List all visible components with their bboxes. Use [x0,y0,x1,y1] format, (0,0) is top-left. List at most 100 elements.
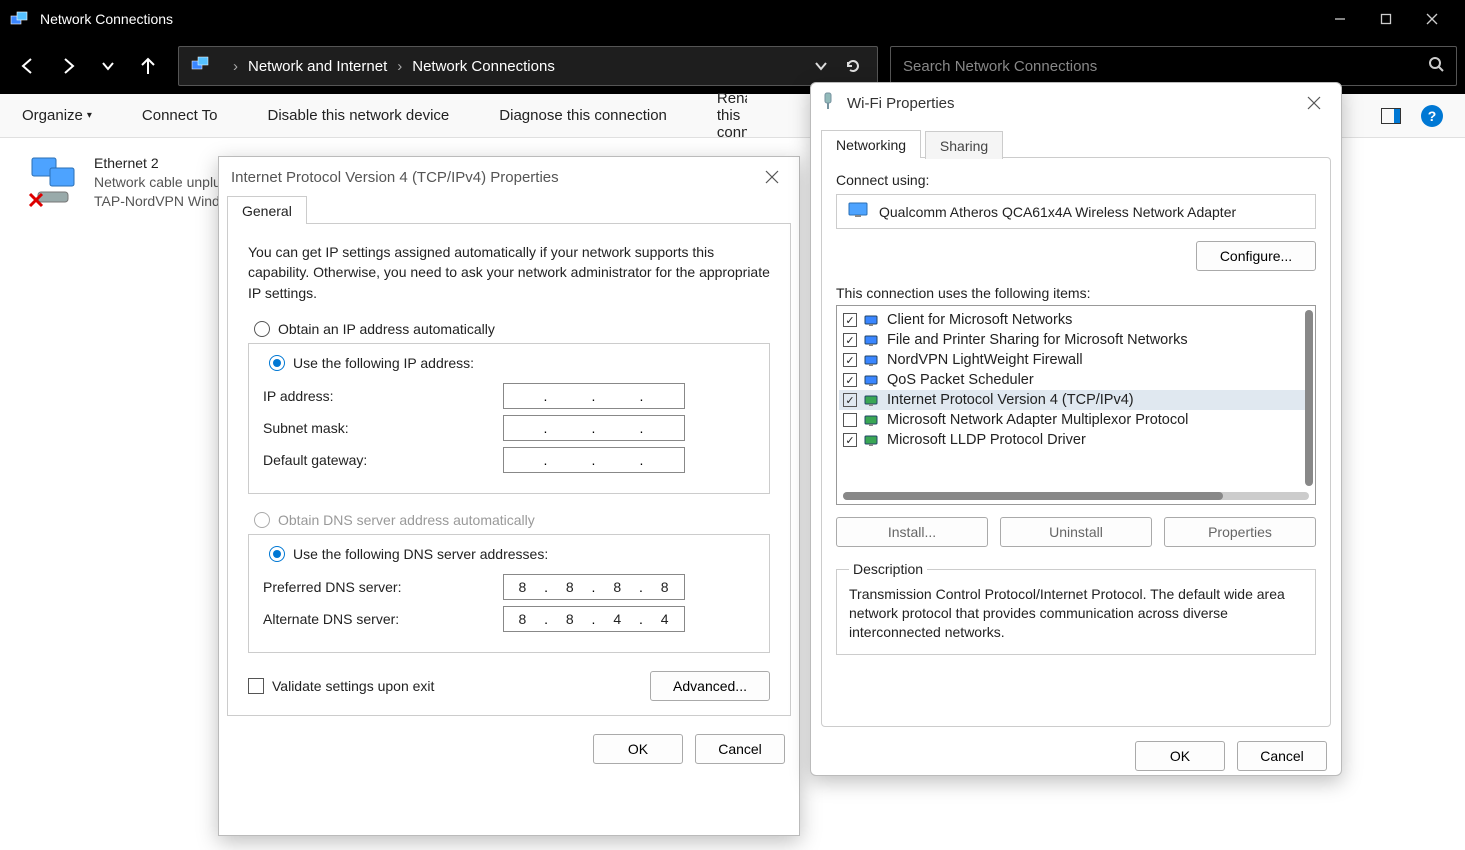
component-checkbox[interactable] [843,393,857,407]
maximize-button[interactable] [1363,0,1409,38]
minimize-button[interactable] [1317,0,1363,38]
component-icon [863,373,881,387]
wifi-cancel-button[interactable]: Cancel [1237,741,1327,771]
search-placeholder: Search Network Connections [903,58,1097,75]
component-checkbox[interactable] [843,333,857,347]
window-title: Network Connections [40,11,173,27]
back-button[interactable] [8,46,48,86]
component-item[interactable]: Microsoft LLDP Protocol Driver [839,430,1313,450]
component-icon [863,313,881,327]
adapter-icon [26,154,82,210]
description-group: Description Transmission Control Protoco… [836,561,1316,655]
connect-using-label: Connect using: [836,172,1316,188]
component-item[interactable]: Client for Microsoft Networks [839,310,1313,330]
configure-button[interactable]: Configure... [1196,241,1316,271]
subnet-mask-input[interactable]: . . . [503,415,685,441]
app-icon [10,11,30,27]
component-checkbox[interactable] [843,433,857,447]
subnet-mask-label: Subnet mask: [263,420,503,436]
radio-obtain-dns-auto: Obtain DNS server address automatically [254,512,770,528]
up-button[interactable] [128,46,168,86]
address-bar[interactable]: › Network and Internet › Network Connect… [178,46,878,86]
ip-address-input[interactable]: . . . [503,383,685,409]
rename-button[interactable]: Rename this connection [717,90,747,141]
radio-use-following-ip[interactable]: Use the following IP address: [269,355,482,371]
scrollbar-vertical[interactable] [1305,310,1313,486]
breadcrumb-seg[interactable]: Network and Internet [248,58,387,75]
ipv4-properties-dialog: Internet Protocol Version 4 (TCP/IPv4) P… [218,156,800,836]
component-checkbox[interactable] [843,373,857,387]
disable-device-button[interactable]: Disable this network device [268,107,450,124]
component-label: Microsoft Network Adapter Multiplexor Pr… [887,412,1188,428]
tab-networking[interactable]: Networking [821,130,921,158]
component-checkbox[interactable] [843,413,857,427]
component-icon [863,393,881,407]
wifi-dialog-icon [821,91,837,115]
adapter-name: Qualcomm Atheros QCA61x4A Wireless Netwo… [879,204,1236,220]
adapter-select[interactable]: Qualcomm Atheros QCA61x4A Wireless Netwo… [836,194,1316,229]
wifi-dialog-title: Wi-Fi Properties [847,95,955,112]
component-icon [863,333,881,347]
radio-obtain-ip-auto[interactable]: Obtain an IP address automatically [254,321,770,337]
component-item[interactable]: QoS Packet Scheduler [839,370,1313,390]
breadcrumb-seg[interactable]: Network Connections [412,58,555,75]
component-item[interactable]: Microsoft Network Adapter Multiplexor Pr… [839,410,1313,430]
network-adapter-icon [847,201,869,222]
component-label: Client for Microsoft Networks [887,312,1072,328]
component-label: QoS Packet Scheduler [887,372,1034,388]
uses-items-label: This connection uses the following items… [836,285,1316,301]
search-input[interactable]: Search Network Connections [890,46,1457,86]
alternate-dns-input[interactable]: 8. 8. 4. 4 [503,606,685,632]
tab-general[interactable]: General [227,196,307,224]
search-icon [1428,56,1444,76]
ipv4-intro-text: You can get IP settings assigned automat… [248,242,770,303]
wifi-ok-button[interactable]: OK [1135,741,1225,771]
alternate-dns-label: Alternate DNS server: [263,611,503,627]
ipv4-cancel-button[interactable]: Cancel [695,734,785,764]
preferred-dns-input[interactable]: 8. 8. 8. 8 [503,574,685,600]
component-label: NordVPN LightWeight Firewall [887,352,1083,368]
diagnose-button[interactable]: Diagnose this connection [499,107,667,124]
view-panel-toggle[interactable] [1381,108,1401,124]
location-icon [191,56,211,76]
advanced-button[interactable]: Advanced... [650,671,770,701]
forward-button[interactable] [48,46,88,86]
organize-menu[interactable]: Organize ▾ [22,107,92,124]
ipv4-ok-button[interactable]: OK [593,734,683,764]
recent-dropdown[interactable] [88,46,128,86]
connect-to-button[interactable]: Connect To [142,107,218,124]
component-item[interactable]: NordVPN LightWeight Firewall [839,350,1313,370]
components-listbox[interactable]: Client for Microsoft Networks File and Pr… [836,305,1316,505]
component-label: File and Printer Sharing for Microsoft N… [887,332,1188,348]
description-text: Transmission Control Protocol/Internet P… [849,585,1303,642]
gateway-label: Default gateway: [263,452,503,468]
refresh-button[interactable] [841,58,865,74]
component-item[interactable]: File and Printer Sharing for Microsoft N… [839,330,1313,350]
wifi-close-button[interactable] [1299,88,1329,118]
component-item[interactable]: Internet Protocol Version 4 (TCP/IPv4) [839,390,1313,410]
description-legend: Description [849,561,927,577]
preferred-dns-label: Preferred DNS server: [263,579,503,595]
uninstall-button[interactable]: Uninstall [1000,517,1152,547]
help-icon[interactable]: ? [1421,105,1443,127]
window-titlebar: Network Connections [0,0,1465,38]
radio-use-following-dns[interactable]: Use the following DNS server addresses: [269,546,556,562]
scrollbar-horizontal-thumb[interactable] [843,492,1223,500]
breadcrumb-chevron: › [233,58,238,75]
tab-sharing[interactable]: Sharing [925,131,1003,159]
validate-on-exit-checkbox[interactable]: Validate settings upon exit [248,678,434,694]
component-icon [863,353,881,367]
install-button[interactable]: Install... [836,517,988,547]
close-button[interactable] [1409,0,1455,38]
component-icon [863,433,881,447]
component-checkbox[interactable] [843,353,857,367]
address-dropdown[interactable] [809,59,833,73]
component-checkbox[interactable] [843,313,857,327]
ipv4-close-button[interactable] [757,162,787,192]
component-label: Internet Protocol Version 4 (TCP/IPv4) [887,392,1134,408]
properties-button[interactable]: Properties [1164,517,1316,547]
component-label: Microsoft LLDP Protocol Driver [887,432,1086,448]
component-icon [863,413,881,427]
ipv4-dialog-title: Internet Protocol Version 4 (TCP/IPv4) P… [231,169,559,186]
gateway-input[interactable]: . . . [503,447,685,473]
